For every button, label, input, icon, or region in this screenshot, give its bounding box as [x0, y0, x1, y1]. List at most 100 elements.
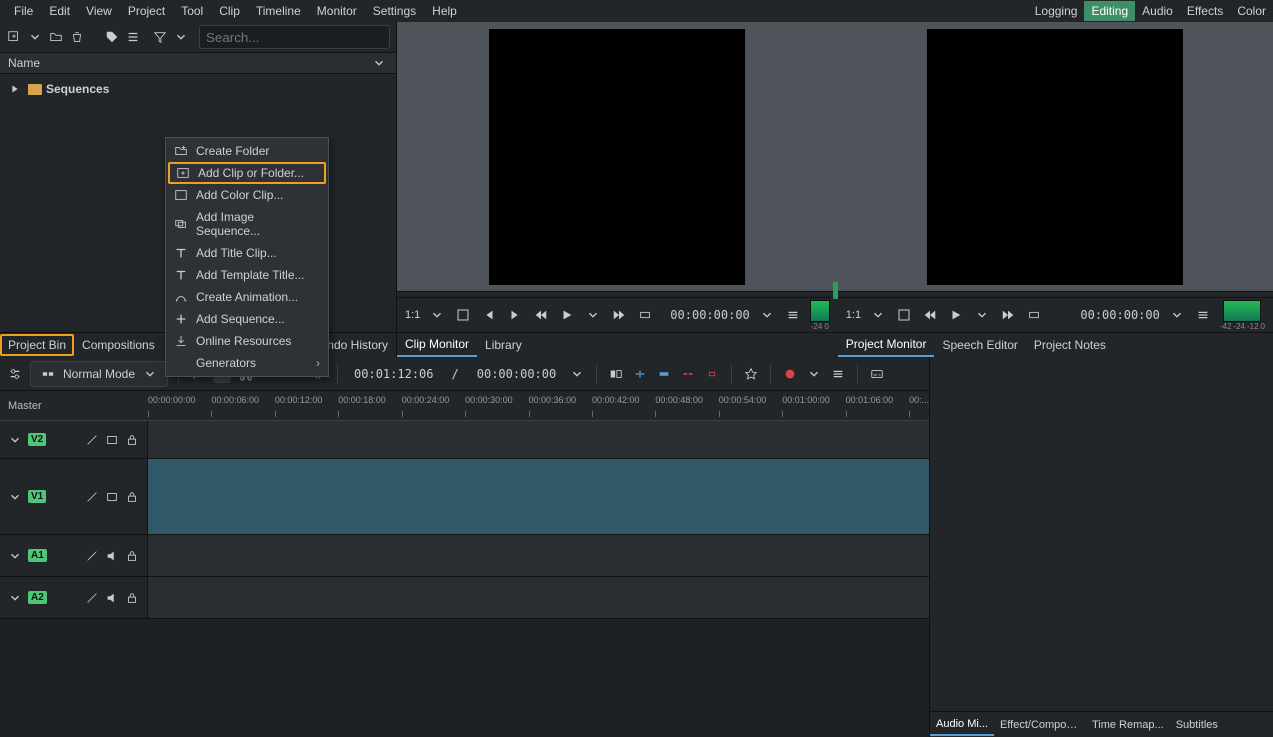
forward-icon[interactable] — [610, 306, 628, 324]
project-monitor-timecode[interactable]: 00:00:00:00 — [1080, 308, 1159, 322]
hide-icon[interactable] — [105, 490, 119, 504]
effects-icon[interactable] — [85, 433, 99, 447]
project-monitor-viewport[interactable] — [838, 22, 1273, 291]
edit-mode-combo[interactable]: Normal Mode — [30, 361, 168, 387]
menu-file[interactable]: File — [6, 1, 41, 21]
cm-add-image-sequence[interactable]: Add Image Sequence... — [166, 206, 328, 242]
lock-icon[interactable] — [125, 591, 139, 605]
tab-project-notes[interactable]: Project Notes — [1026, 334, 1114, 356]
cm-create-animation[interactable]: Create Animation... — [166, 286, 328, 308]
rewind-icon[interactable] — [921, 306, 939, 324]
zone-icon[interactable] — [636, 306, 654, 324]
timeline-empty-area[interactable] — [0, 619, 929, 737]
play-icon[interactable] — [558, 306, 576, 324]
effects-icon[interactable] — [85, 490, 99, 504]
settings-icon[interactable] — [6, 365, 24, 383]
zone-icon[interactable] — [1025, 306, 1043, 324]
lock-icon[interactable] — [125, 490, 139, 504]
master-track-header[interactable]: Master — [0, 391, 148, 420]
name-column-header[interactable]: Name — [0, 52, 396, 74]
preview-config-icon[interactable] — [829, 365, 847, 383]
cm-add-sequence[interactable]: Add Sequence... — [166, 308, 328, 330]
timeline-ruler[interactable]: 00:00:00:00 00:00:06:00 00:00:12:00 00:0… — [148, 391, 929, 420]
menu-timeline[interactable]: Timeline — [248, 1, 309, 21]
chevron-down-icon[interactable] — [8, 433, 22, 447]
overwrite-zone-icon[interactable] — [655, 365, 673, 383]
track-header-a2[interactable]: A2 — [0, 577, 148, 618]
lift-zone-icon[interactable] — [703, 365, 721, 383]
record-icon[interactable] — [781, 365, 799, 383]
track-body-a1[interactable] — [148, 535, 929, 576]
options-icon[interactable] — [1194, 306, 1212, 324]
tab-effect-composition[interactable]: Effect/Composition ... — [994, 715, 1086, 735]
fullscreen-icon[interactable] — [454, 306, 472, 324]
cm-add-clip-or-folder[interactable]: Add Clip or Folder... — [168, 162, 326, 184]
chevron-down-icon[interactable] — [568, 365, 586, 383]
lock-icon[interactable] — [125, 433, 139, 447]
workspace-editing[interactable]: Editing — [1084, 1, 1135, 21]
tab-time-remap[interactable]: Time Remap... — [1086, 715, 1170, 735]
chevron-down-icon[interactable] — [584, 306, 602, 324]
workspace-audio[interactable]: Audio — [1135, 1, 1180, 21]
tab-speech-editor[interactable]: Speech Editor — [934, 334, 1025, 356]
clip-monitor-viewport[interactable] — [397, 22, 838, 291]
track-header-a1[interactable]: A1 — [0, 535, 148, 576]
chevron-down-icon[interactable] — [370, 54, 388, 72]
chevron-down-icon[interactable] — [428, 306, 446, 324]
menu-edit[interactable]: Edit — [41, 1, 78, 21]
track-body-v2[interactable] — [148, 421, 929, 458]
workspace-color[interactable]: Color — [1230, 1, 1273, 21]
chevron-down-icon[interactable] — [869, 306, 887, 324]
chevron-down-icon[interactable] — [805, 365, 823, 383]
menu-tool[interactable]: Tool — [173, 1, 211, 21]
rewind-icon[interactable] — [532, 306, 550, 324]
cm-generators[interactable]: Generators› — [166, 352, 328, 374]
menu-project[interactable]: Project — [120, 1, 173, 21]
chevron-down-icon[interactable] — [973, 306, 991, 324]
disclosure-triangle-icon[interactable] — [6, 80, 24, 98]
track-header-v2[interactable]: V2 — [0, 421, 148, 458]
mix-icon[interactable] — [607, 365, 625, 383]
cm-add-title-clip[interactable]: Add Title Clip... — [166, 242, 328, 264]
menu-clip[interactable]: Clip — [211, 1, 248, 21]
tab-compositions[interactable]: Compositions — [74, 334, 163, 356]
options-icon[interactable] — [784, 306, 802, 324]
insert-zone-icon[interactable] — [631, 365, 649, 383]
menu-help[interactable]: Help — [424, 1, 465, 21]
lock-icon[interactable] — [125, 549, 139, 563]
effects-icon[interactable] — [85, 549, 99, 563]
workspace-effects[interactable]: Effects — [1180, 1, 1230, 21]
mute-icon[interactable] — [105, 591, 119, 605]
chevron-down-icon[interactable] — [174, 28, 189, 46]
hide-icon[interactable] — [105, 433, 119, 447]
mute-icon[interactable] — [105, 549, 119, 563]
folder-add-icon[interactable] — [49, 28, 64, 46]
go-start-icon[interactable] — [480, 306, 498, 324]
fullscreen-icon[interactable] — [895, 306, 913, 324]
effects-icon[interactable] — [85, 591, 99, 605]
tree-item-sequences[interactable]: Sequences — [6, 78, 390, 100]
workspace-logging[interactable]: Logging — [1028, 1, 1085, 21]
chevron-down-icon[interactable] — [758, 306, 776, 324]
cm-add-template-title[interactable]: Add Template Title... — [166, 264, 328, 286]
extract-zone-icon[interactable] — [679, 365, 697, 383]
tab-subtitles[interactable]: Subtitles — [1170, 715, 1224, 735]
tab-audio-mixer[interactable]: Audio Mi... — [930, 714, 994, 736]
track-header-v1[interactable]: V1 — [0, 459, 148, 534]
chevron-down-icon[interactable] — [1168, 306, 1186, 324]
filter-icon[interactable] — [152, 28, 167, 46]
tag-icon[interactable] — [104, 28, 119, 46]
track-body-a2[interactable] — [148, 577, 929, 618]
timeline-timecode-current[interactable]: 00:01:12:06 — [354, 367, 433, 381]
clip-monitor-timecode[interactable]: 00:00:00:00 — [670, 308, 749, 322]
tab-project-monitor[interactable]: Project Monitor — [838, 333, 935, 357]
add-clip-icon[interactable] — [6, 28, 21, 46]
forward-icon[interactable] — [999, 306, 1017, 324]
tab-clip-monitor[interactable]: Clip Monitor — [397, 333, 477, 357]
tab-project-bin[interactable]: Project Bin — [0, 334, 74, 356]
chevron-down-icon[interactable] — [8, 549, 22, 563]
list-menu-icon[interactable] — [125, 28, 140, 46]
play-icon[interactable] — [947, 306, 965, 324]
cm-online-resources[interactable]: Online Resources — [166, 330, 328, 352]
go-end-icon[interactable] — [506, 306, 524, 324]
